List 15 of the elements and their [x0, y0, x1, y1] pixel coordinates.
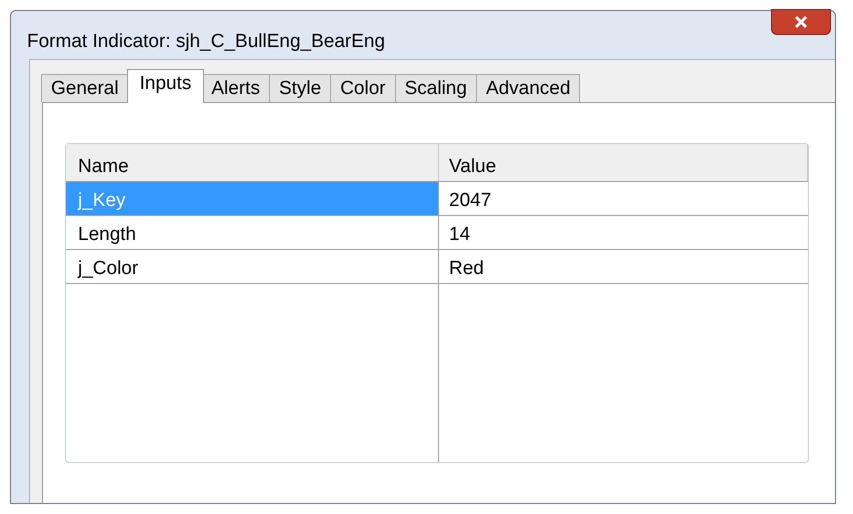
close-button[interactable] — [771, 9, 831, 35]
close-icon — [794, 15, 808, 29]
tab[interactable]: Alerts — [201, 74, 270, 102]
column-header[interactable]: Value — [439, 144, 808, 181]
tab[interactable]: Inputs — [126, 69, 204, 103]
table-cell[interactable]: 2047 — [439, 182, 808, 215]
window-title: Format Indicator: sjh_C_BullEng_BearEng — [27, 30, 386, 54]
tab[interactable]: General — [41, 74, 129, 102]
column-header[interactable]: Name — [66, 144, 439, 181]
table-cell[interactable]: Red — [439, 250, 808, 283]
tab[interactable]: Style — [268, 74, 332, 102]
table-cell[interactable]: 14 — [439, 216, 808, 249]
tab[interactable]: Color — [330, 74, 396, 102]
tab[interactable]: Advanced — [476, 74, 580, 102]
tab[interactable]: Scaling — [394, 74, 477, 102]
